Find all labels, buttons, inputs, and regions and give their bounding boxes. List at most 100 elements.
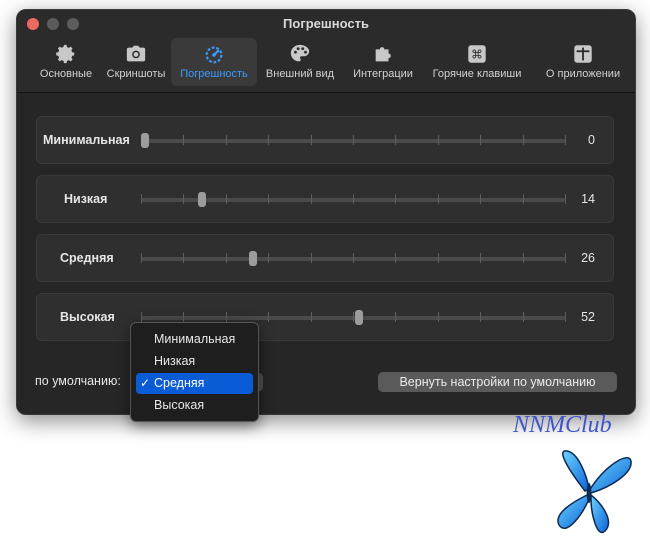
menu-item-label: Средняя [154, 376, 205, 390]
reset-defaults-button[interactable]: Вернуть настройки по умолчанию [378, 372, 617, 392]
slider-tick [565, 253, 566, 263]
slider-tick [183, 253, 185, 263]
slider-tick [480, 194, 482, 204]
tab-about[interactable]: О приложении [535, 38, 631, 86]
slider-tick [310, 135, 312, 145]
tab-general[interactable]: Основные [25, 38, 107, 86]
level-label: Низкая [64, 192, 108, 206]
level-label: Средняя [60, 251, 114, 265]
slider-tick [225, 135, 227, 145]
slider-tick [480, 135, 482, 145]
tab-hotkeys[interactable]: ⌘ Горячие клавиши [427, 38, 527, 86]
tab-label: Внешний вид [265, 68, 335, 80]
slider-tick [437, 135, 439, 145]
level-value: 52 [581, 310, 595, 324]
level-row-medium: Средняя 26 [36, 234, 614, 282]
tab-label: Основные [39, 68, 93, 80]
tab-appearance[interactable]: Внешний вид [258, 38, 342, 86]
slider-tick [565, 194, 566, 204]
slider-tick [268, 312, 270, 322]
level-label: Высокая [60, 310, 115, 324]
slider-tick [268, 253, 270, 263]
menu-item-label: Низкая [154, 354, 196, 368]
level-slider[interactable] [141, 133, 566, 148]
level-slider[interactable] [141, 251, 566, 266]
menu-item-minimal[interactable]: Минимальная [136, 329, 253, 350]
puzzle-icon [375, 47, 391, 62]
palette-icon [290, 44, 310, 62]
slider-tick [565, 312, 566, 322]
slider-tick [183, 135, 185, 145]
slider-tick [395, 135, 397, 145]
watermark-text: NNMClub [513, 412, 612, 438]
slider-tick [480, 312, 482, 322]
slider-tick [480, 253, 482, 263]
gear-icon [56, 44, 75, 64]
level-slider[interactable] [141, 310, 566, 325]
slider-tick [353, 312, 354, 322]
checkmark-icon: ✓ [140, 376, 151, 390]
tab-integrations[interactable]: Интеграции [345, 38, 421, 86]
slider-tick [522, 253, 524, 263]
menu-item-low[interactable]: Низкая [136, 351, 253, 372]
slider-tick [395, 312, 397, 322]
slider-tick [225, 253, 227, 263]
camera-icon [126, 45, 146, 62]
window-title: Погрешность [283, 16, 369, 31]
slider-tick [353, 135, 354, 145]
level-label: Минимальная [43, 133, 130, 147]
slider-tick [225, 312, 227, 322]
tab-label: Скриншоты [106, 68, 166, 80]
slider-tick [437, 312, 439, 322]
slider-tick [141, 312, 142, 322]
default-level-menu: Минимальная Низкая ✓ Средняя Высокая [130, 322, 259, 422]
level-row-high: Высокая 52 [36, 293, 614, 341]
menu-item-medium[interactable]: ✓ Средняя [136, 373, 253, 394]
tab-accuracy[interactable]: Погрешность [171, 38, 257, 86]
slider-tick [395, 194, 397, 204]
slider-tick [522, 312, 524, 322]
slider-tick [522, 135, 524, 145]
slider-tick [141, 194, 142, 204]
slider-tick [437, 253, 439, 263]
slider-tick [268, 135, 270, 145]
ruler-icon [574, 45, 592, 63]
slider-tick [437, 194, 439, 204]
level-row-minimal: Минимальная 0 [36, 116, 614, 164]
menu-item-label: Минимальная [154, 332, 236, 346]
slider-thumb[interactable] [355, 310, 364, 325]
level-slider[interactable] [141, 192, 566, 207]
preferences-window: Погрешность Основные Скриншоты Погрешнос… [16, 9, 636, 415]
menu-item-label: Высокая [154, 398, 205, 412]
slider-tick [268, 194, 270, 204]
slider-thumb[interactable] [141, 133, 149, 148]
slider-tick [183, 194, 185, 204]
svg-text:⌘: ⌘ [471, 48, 483, 62]
slider-tick [183, 312, 185, 322]
toolbar-tabs: Основные Скриншоты Погрешность Внешний в… [17, 38, 635, 86]
level-row-low: Низкая 14 [36, 175, 614, 223]
slider-tick [522, 194, 524, 204]
slider-tick [225, 194, 227, 204]
slider-tick [141, 253, 142, 263]
level-value: 26 [581, 251, 595, 265]
slider-thumb[interactable] [198, 192, 207, 207]
level-value: 14 [581, 192, 595, 206]
slider-tick [565, 135, 566, 145]
tab-label: Интеграции [353, 68, 413, 80]
accuracy-gauge-icon [205, 46, 223, 64]
slider-tick [310, 253, 312, 263]
tab-label: О приложении [545, 68, 621, 80]
butterfly-logo-icon [557, 450, 632, 534]
slider-tick [310, 194, 312, 204]
tab-screenshots[interactable]: Скриншоты [99, 38, 173, 86]
menu-item-high[interactable]: Высокая [136, 395, 253, 416]
tab-label: Горячие клавиши [432, 68, 522, 80]
slider-tick [395, 253, 397, 263]
slider-tick [353, 253, 354, 263]
tab-label: Погрешность [180, 68, 248, 80]
titlebar: Погрешность Основные Скриншоты Погрешнос… [17, 10, 635, 93]
slider-thumb[interactable] [249, 251, 258, 266]
slider-tick [353, 194, 354, 204]
slider-tick [310, 312, 312, 322]
